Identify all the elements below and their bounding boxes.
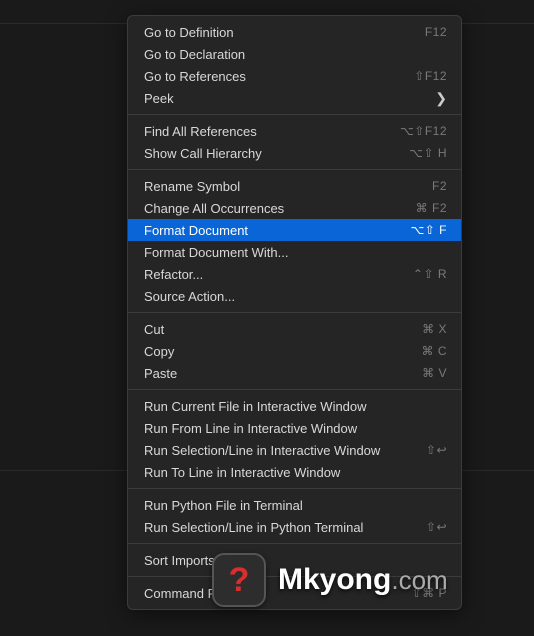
menu-item-shortcut: F12 [425, 25, 447, 39]
chevron-right-icon: ❯ [435, 91, 447, 105]
menu-item-shortcut: F2 [432, 179, 447, 193]
menu-item-shortcut: ⌃⇧ R [413, 267, 447, 281]
menu-separator [128, 389, 461, 390]
menu-item-shortcut: ⌘ F2 [416, 201, 447, 215]
menu-item[interactable]: Source Action... [128, 285, 461, 307]
menu-item-shortcut: ⌥⇧ H [409, 146, 447, 160]
menu-item-label: Paste [144, 366, 177, 381]
menu-item-shortcut: ⌘ X [422, 322, 447, 336]
menu-item-label: Change All Occurrences [144, 201, 284, 216]
menu-item-label: Peek [144, 91, 174, 106]
menu-item-label: Run Python File in Terminal [144, 498, 303, 513]
menu-item-label: Source Action... [144, 289, 235, 304]
menu-item-shortcut: ⌥⇧F12 [400, 124, 447, 138]
menu-item[interactable]: Copy ⌘ C [128, 340, 461, 362]
menu-item-label: Sort Imports [144, 553, 215, 568]
menu-item-label: Refactor... [144, 267, 203, 282]
menu-separator [128, 312, 461, 313]
menu-item-shortcut: ⇧⌘ P [412, 586, 447, 600]
context-menu: Go to Definition F12 Go to Declaration Go t… [127, 15, 462, 610]
menu-item[interactable]: Paste ⌘ V [128, 362, 461, 384]
menu-item-shortcut: ⇧F12 [414, 69, 447, 83]
menu-separator [128, 169, 461, 170]
menu-item[interactable]: Run Selection/Line in Python Terminal ⇧↩ [128, 516, 461, 538]
menu-item[interactable]: Cut ⌘ X [128, 318, 461, 340]
menu-item[interactable]: Run From Line in Interactive Window [128, 417, 461, 439]
menu-item-label: Show Call Hierarchy [144, 146, 262, 161]
menu-item[interactable]: Format Document With... [128, 241, 461, 263]
menu-item[interactable]: Go to References ⇧F12 [128, 65, 461, 87]
menu-item[interactable]: Find All References ⌥⇧F12 [128, 120, 461, 142]
menu-item-label: Cut [144, 322, 164, 337]
menu-item[interactable]: Peek ❯ [128, 87, 461, 109]
menu-item-label: Format Document With... [144, 245, 288, 260]
menu-item[interactable]: Go to Definition F12 [128, 21, 461, 43]
menu-item[interactable]: Change All Occurrences ⌘ F2 [128, 197, 461, 219]
menu-item-shortcut: ⌥⇧ F [410, 223, 447, 237]
menu-item-label: Go to Definition [144, 25, 234, 40]
menu-item-label: Command Palette... [144, 586, 259, 601]
menu-separator [128, 488, 461, 489]
menu-item-label: Copy [144, 344, 174, 359]
menu-item-label: Format Document [144, 223, 248, 238]
menu-item-shortcut: ⌘ V [422, 366, 447, 380]
menu-item[interactable]: Run Selection/Line in Interactive Window… [128, 439, 461, 461]
menu-item-shortcut: ⌘ C [422, 344, 448, 358]
menu-item[interactable]: Run Python File in Terminal [128, 494, 461, 516]
menu-item[interactable]: Go to Declaration [128, 43, 461, 65]
menu-item-shortcut: ⇧↩ [426, 520, 447, 534]
menu-item[interactable]: Sort Imports [128, 549, 461, 571]
menu-item-label: Run Current File in Interactive Window [144, 399, 367, 414]
menu-item-label: Run To Line in Interactive Window [144, 465, 340, 480]
menu-item-label: Find All References [144, 124, 257, 139]
menu-item-shortcut: ⇧↩ [426, 443, 447, 457]
menu-item-label: Go to Declaration [144, 47, 245, 62]
menu-item-label: Go to References [144, 69, 246, 84]
menu-item[interactable]: Rename Symbol F2 [128, 175, 461, 197]
menu-item[interactable]: Run Current File in Interactive Window [128, 395, 461, 417]
menu-separator [128, 114, 461, 115]
menu-item[interactable]: Refactor... ⌃⇧ R [128, 263, 461, 285]
menu-item[interactable]: Format Document ⌥⇧ F [128, 219, 461, 241]
menu-separator [128, 543, 461, 544]
menu-item[interactable]: Command Palette... ⇧⌘ P [128, 582, 461, 604]
menu-item[interactable]: Show Call Hierarchy ⌥⇧ H [128, 142, 461, 164]
menu-item-label: Run Selection/Line in Interactive Window [144, 443, 380, 458]
menu-item-label: Run Selection/Line in Python Terminal [144, 520, 363, 535]
menu-item-label: Rename Symbol [144, 179, 240, 194]
menu-separator [128, 576, 461, 577]
menu-item[interactable]: Run To Line in Interactive Window [128, 461, 461, 483]
menu-item-label: Run From Line in Interactive Window [144, 421, 357, 436]
